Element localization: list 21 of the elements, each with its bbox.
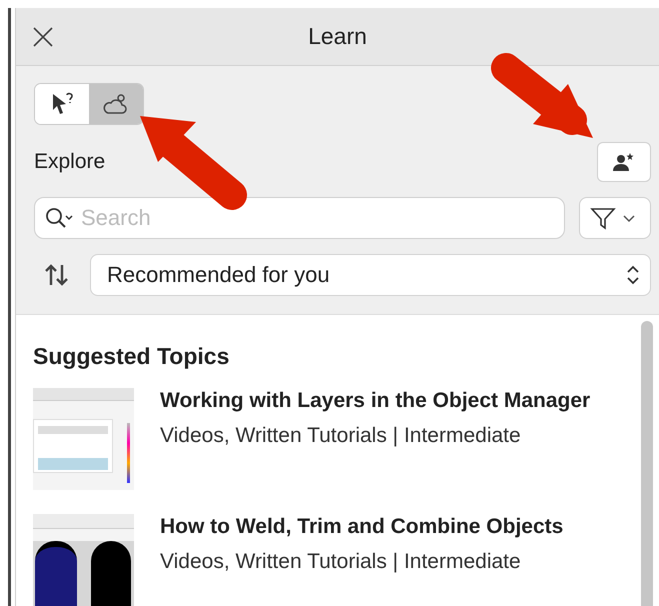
search-icon	[45, 207, 75, 229]
window-title: Learn	[308, 23, 367, 50]
person-star-button[interactable]	[597, 142, 651, 182]
topic-meta: Videos, Written Tutorials | Intermediate	[160, 550, 522, 574]
section-label: Explore	[34, 150, 106, 174]
close-icon[interactable]	[32, 26, 54, 48]
search-input[interactable]: Search	[79, 204, 554, 232]
person-star-icon	[612, 152, 636, 172]
stepper-icon	[626, 264, 640, 286]
sort-icon[interactable]	[44, 263, 70, 287]
topic-meta: Videos, Written Tutorials | Intermediate	[160, 424, 522, 448]
filter-button[interactable]	[579, 197, 651, 239]
topic-title[interactable]: How to Weld, Trim and Combine Objects	[160, 514, 605, 540]
topic-title[interactable]: Working with Layers in the Object Manager	[160, 388, 605, 414]
search-field[interactable]: Search	[34, 197, 565, 239]
scrollbar[interactable]	[641, 321, 653, 606]
sort-dropdown[interactable]: Recommended for you	[90, 254, 651, 296]
thumbnail-image[interactable]	[33, 388, 134, 490]
thumbnail-image[interactable]	[33, 514, 134, 606]
mode-button[interactable]	[89, 84, 143, 124]
section-heading: Suggested Topics	[33, 343, 230, 370]
